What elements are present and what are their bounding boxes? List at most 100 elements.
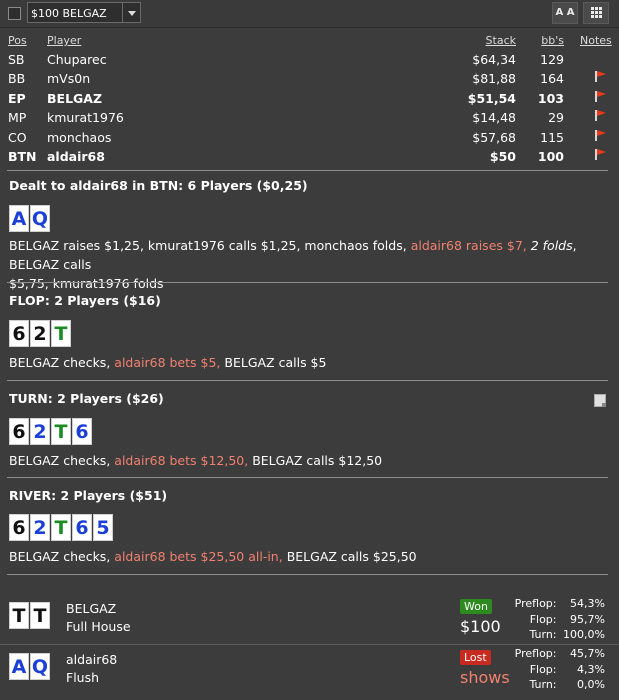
preflop-section: Dealt to aldair68 in BTN: 6 Players ($0,… <box>9 178 609 291</box>
playing-card: A <box>9 205 29 232</box>
hand-filter-value: $100 BELGAZ <box>31 7 107 20</box>
playing-card: T <box>30 602 50 629</box>
equity-value: 100,0% <box>563 628 605 641</box>
player-bbs: 164 <box>540 71 564 86</box>
hero-cards: AQ <box>9 205 51 232</box>
header-notes[interactable]: Notes <box>580 34 612 47</box>
header-pos[interactable]: Pos <box>8 34 27 47</box>
grid-button[interactable] <box>583 2 609 24</box>
divider <box>0 644 619 645</box>
equity-value: 54,3% <box>570 597 605 610</box>
player-name: monchaos <box>47 129 112 145</box>
player-row[interactable]: SB Chuparec $64,34 129 <box>0 50 614 70</box>
player-stack: $50 <box>489 149 516 164</box>
playing-card: 2 <box>30 514 50 541</box>
player-row[interactable]: EP BELGAZ $51,54 103 <box>0 89 614 109</box>
player-row[interactable]: MP kmurat1976 $14,48 29 <box>0 108 614 128</box>
equity-value: 95,7% <box>570 612 605 626</box>
filter-checkbox[interactable] <box>8 7 21 20</box>
player-stack: $57,68 <box>472 129 516 145</box>
note-flag-icon[interactable] <box>594 110 606 121</box>
player-bbs: 29 <box>548 110 564 125</box>
hand-filter-select[interactable]: $100 BELGAZ <box>27 2 141 23</box>
lost-badge: Lost <box>460 650 491 665</box>
equity-value: 45,7% <box>570 647 605 660</box>
river-cards: 62T65 <box>9 514 114 541</box>
player-stack: $14,48 <box>472 110 516 125</box>
flop-cards: 62T <box>9 320 72 347</box>
player-name: kmurat1976 <box>47 110 124 125</box>
turn-section: TURN: 2 Players ($26) 62T6 BELGAZ checks… <box>9 391 609 471</box>
player-stack: $81,88 <box>472 71 516 86</box>
action-text: BELGAZ calls $25,50 <box>282 549 417 564</box>
flop-section: FLOP: 2 Players ($16) 62T BELGAZ checks,… <box>9 293 609 373</box>
header-player[interactable]: Player <box>47 34 81 47</box>
result-row-winner: TT BELGAZ Full House Won $100 Preflop: 5… <box>0 595 619 645</box>
action-text: BELGAZ calls $12,50 <box>248 453 383 468</box>
playing-card: 2 <box>30 418 50 445</box>
action-text: BELGAZ checks, <box>9 549 115 564</box>
playing-card: T <box>51 418 71 445</box>
hero-action-text: aldair68 bets $12,50, <box>114 453 249 468</box>
note-flag-icon[interactable] <box>594 71 606 82</box>
won-badge: Won <box>460 599 492 614</box>
hero-action-text: aldair68 bets $5, <box>114 355 221 370</box>
players-table-header: Pos Player Stack bb's Notes <box>0 30 614 50</box>
result-player[interactable]: BELGAZ <box>66 601 116 616</box>
playing-card: Q <box>30 205 50 232</box>
preflop-actions: BELGAZ raises $1,25, kmurat1976 calls $1… <box>9 236 609 293</box>
player-pos: CO <box>8 129 27 145</box>
playing-card: 6 <box>72 418 92 445</box>
result-hand: Flush <box>66 670 100 685</box>
divider <box>7 380 608 381</box>
player-bbs: 100 <box>537 149 564 164</box>
header-bbs[interactable]: bb's <box>541 34 564 47</box>
playing-card: 6 <box>9 418 29 445</box>
playing-card: 6 <box>9 514 29 541</box>
flop-actions: BELGAZ checks, aldair68 bets $5, BELGAZ … <box>9 353 609 372</box>
header-stack[interactable]: Stack <box>486 34 516 47</box>
divider <box>7 477 608 478</box>
player-row[interactable]: BB mVs0n $81,88 164 <box>0 69 614 89</box>
divider <box>7 282 608 283</box>
playing-card: Q <box>30 653 50 680</box>
note-flag-icon[interactable] <box>594 149 606 160</box>
note-icon[interactable] <box>594 394 606 407</box>
river-actions: BELGAZ checks, aldair68 bets $25,50 all-… <box>9 547 609 566</box>
player-name: Chuparec <box>47 51 107 67</box>
playing-card: 6 <box>72 514 92 541</box>
divider <box>7 170 608 171</box>
showdown-cards: AQ <box>9 653 51 680</box>
result-player[interactable]: aldair68 <box>66 652 117 667</box>
action-text: BELGAZ raises $1,25, kmurat1976 calls $1… <box>9 238 411 253</box>
hero-action-text: aldair68 bets $25,50 all-in, <box>114 549 283 564</box>
player-bbs: 129 <box>540 51 564 67</box>
player-pos: EP <box>8 90 26 106</box>
player-row[interactable]: BTN aldair68 $50 100 <box>0 147 614 167</box>
result-hand: Full House <box>66 619 131 634</box>
divider <box>7 574 608 575</box>
player-name: mVs0n <box>47 71 91 86</box>
turn-title: TURN: 2 Players ($26) <box>9 391 164 406</box>
player-bbs: 103 <box>537 90 564 106</box>
players-table: Pos Player Stack bb's Notes SB Chuparec $6… <box>0 30 614 167</box>
player-pos: MP <box>8 110 27 125</box>
player-row[interactable]: CO monchaos $57,68 115 <box>0 128 614 148</box>
river-section: RIVER: 2 Players ($51) 62T65 BELGAZ chec… <box>9 488 609 568</box>
equity-label: Preflop: <box>514 647 557 660</box>
equity-label: Preflop: <box>514 597 557 610</box>
playing-card: T <box>51 320 71 347</box>
chevron-down-icon[interactable] <box>122 3 140 22</box>
equity-table: Preflop: 45,7% Flop: 4,3% Turn: 0,0% <box>497 646 605 693</box>
playing-card: 5 <box>93 514 113 541</box>
note-flag-icon[interactable] <box>594 90 606 102</box>
player-stack: $64,34 <box>472 51 516 67</box>
font-size-button[interactable]: A A <box>552 2 578 24</box>
toolbar: $100 BELGAZ A A <box>0 0 619 28</box>
equity-label: Turn: <box>529 678 557 691</box>
showdown-cards: TT <box>9 602 51 629</box>
equity-label: Flop: <box>529 662 557 676</box>
equity-label: Turn: <box>529 628 557 641</box>
note-flag-icon[interactable] <box>594 129 606 141</box>
grid-icon <box>590 7 602 18</box>
